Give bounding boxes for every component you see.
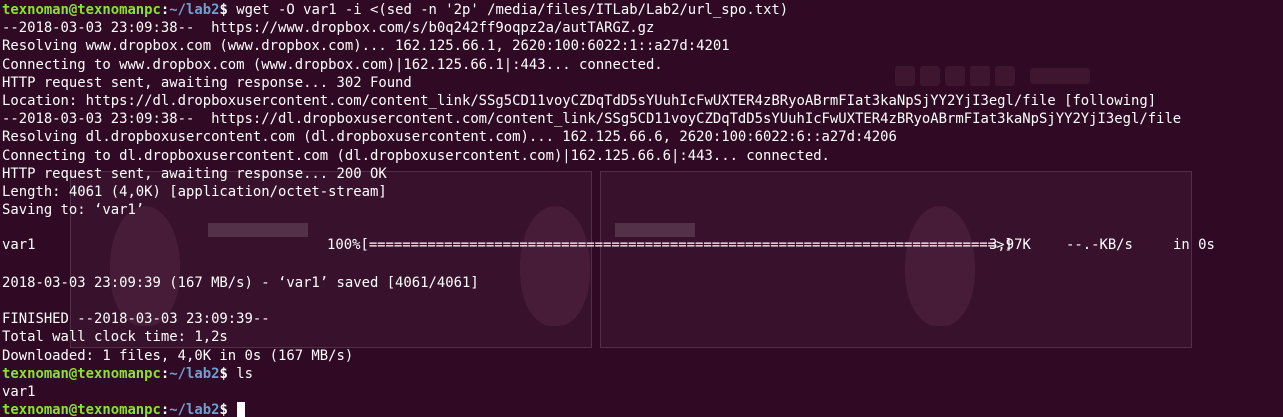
terminal-line-command: texnoman@texnomanpc:~/lab2$ wget -O var1… (2, 1, 1181, 19)
progress-speed: --.-KB/s (1066, 237, 1133, 254)
prompt-user-host: texnoman@texnomanpc (2, 365, 161, 382)
prompt-path: ~/lab2 (169, 2, 220, 18)
progress-eta: in 0s (1173, 237, 1215, 254)
terminal-line-active-prompt[interactable]: texnoman@texnomanpc:~/lab2$ (2, 401, 1181, 417)
prompt-path: ~/lab2 (169, 402, 220, 417)
command-text: wget -O var1 -i <(sed -n '2p' /media/fil… (227, 2, 789, 18)
command-text: ls (227, 365, 253, 382)
terminal-line-command: texnoman@texnomanpc:~/lab2$ ls (2, 365, 1181, 383)
progress-filename: var1 (2, 237, 36, 254)
terminal-window[interactable]: texnoman@texnomanpc:~/lab2$ wget -O var1… (0, 0, 1283, 417)
output-line: --2018-03-03 23:09:38-- https://dl.dropb… (2, 111, 1182, 128)
download-progress-line: var1 100%[==============================… (2, 237, 1215, 255)
command-input[interactable] (228, 402, 236, 417)
prompt-user-host: texnoman@texnomanpc (2, 402, 161, 417)
output-line: Saving to: ‘var1’ (2, 202, 145, 219)
progress-size: 3,97K (989, 237, 1031, 254)
output-line: HTTP request sent, awaiting response... … (2, 165, 387, 182)
prompt-dollar: $ (219, 365, 228, 382)
prompt-path: ~/lab2 (169, 365, 220, 382)
progress-bar: 100%[===================================… (327, 237, 1013, 254)
output-line-ls: var1 (2, 383, 36, 400)
output-line: Resolving www.dropbox.com (www.dropbox.c… (2, 38, 730, 55)
output-line-wall-time: Total wall clock time: 1,2s (2, 329, 228, 346)
text-cursor (237, 402, 246, 417)
output-line-finished: FINISHED --2018-03-03 23:09:39-- (2, 311, 270, 328)
prompt-user-host: texnoman@texnomanpc (2, 2, 161, 18)
output-line: Location: https://dl.dropboxusercontent.… (2, 92, 1157, 109)
prompt-dollar: $ (219, 2, 228, 18)
output-line: --2018-03-03 23:09:38-- https://www.drop… (2, 20, 655, 37)
output-line: Resolving dl.dropboxusercontent.com (dl.… (2, 129, 897, 146)
output-line: Connecting to www.dropbox.com (www.dropb… (2, 56, 663, 73)
output-line-saved: 2018-03-03 23:09:39 (167 MB/s) - ‘var1’ … (2, 274, 479, 291)
output-line-downloaded: Downloaded: 1 files, 4,0K in 0s (167 MB/… (2, 347, 354, 364)
output-line: Length: 4061 (4,0K) [application/octet-s… (2, 183, 387, 200)
output-line: HTTP request sent, awaiting response... … (2, 74, 412, 91)
prompt-dollar: $ (219, 402, 228, 417)
output-line: Connecting to dl.dropboxusercontent.com … (2, 147, 830, 164)
